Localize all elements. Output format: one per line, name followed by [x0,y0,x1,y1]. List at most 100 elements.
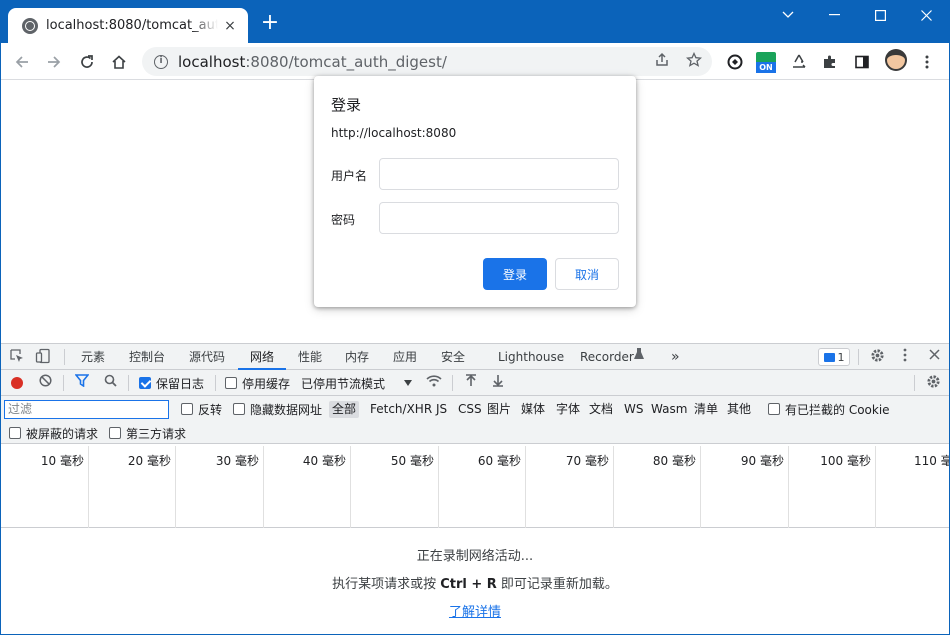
divider [452,375,453,391]
filter-type-js[interactable]: JS [433,401,450,418]
filter-funnel-icon[interactable] [73,374,91,392]
more-vert-icon [925,55,929,69]
home-button[interactable] [106,49,132,75]
record-button[interactable] [11,377,23,389]
search-icon[interactable] [101,374,119,392]
browser-tab[interactable]: localhost:8080/tomcat_auth_digest/ × [8,8,248,43]
preserve-log-checkbox[interactable] [139,377,151,389]
invert-checkbox[interactable] [181,403,193,415]
tab-memory[interactable]: 内存 [345,344,369,370]
tab-application[interactable]: 应用 [393,344,417,370]
cancel-button[interactable]: 取消 [555,258,619,290]
username-label: 用户名 [331,169,368,183]
close-icon [920,9,932,21]
inspect-element-icon[interactable] [8,348,26,366]
tab-lighthouse[interactable]: Lighthouse [498,344,564,370]
tab-search-button[interactable] [765,0,811,30]
flask-icon [630,348,648,366]
tab-network[interactable]: 网络 [238,344,287,370]
login-button[interactable]: 登录 [483,258,547,290]
recycle-icon[interactable] [786,49,812,75]
filter-type-all[interactable]: 全部 [329,401,360,418]
device-toolbar-icon[interactable] [34,348,52,366]
filter-type-css[interactable]: CSS [455,401,485,418]
tab-title: localhost:8080/tomcat_auth_digest/ [46,18,218,33]
throttling-select[interactable]: 已停用节流模式 [301,375,385,392]
reload-button[interactable] [74,49,100,75]
timeline-column: 110 毫秒 [876,446,950,528]
devtools-menu-icon[interactable] [896,348,914,366]
filter-type-ws[interactable]: WS [621,401,646,418]
arrow-left-icon [15,56,28,68]
settings-gear-icon[interactable] [868,348,886,366]
filter-type-img[interactable]: 图片 [484,401,514,418]
network-conditions-wifi-icon[interactable] [425,374,443,392]
filter-type-media[interactable]: 媒体 [518,401,548,418]
bookmark-star-icon[interactable] [684,51,704,72]
filter-type-fetch-xhr[interactable]: Fetch/XHR [367,401,435,418]
timeline-tick-label: 50 毫秒 [390,454,434,468]
tab-recorder[interactable]: Recorder [580,344,634,370]
new-tab-button[interactable]: + [258,12,282,36]
username-field[interactable] [379,158,619,190]
more-tabs-button[interactable]: » [671,344,680,370]
network-timeline-overview[interactable]: 10 毫秒 20 毫秒 30 毫秒 40 毫秒 50 毫秒 60 毫秒 70 毫… [0,446,950,528]
minimize-button[interactable] [811,0,857,30]
third-party-label: 第三方请求 [126,427,187,441]
filter-type-font[interactable]: 字体 [553,401,583,418]
issues-badge[interactable]: 1 [818,348,850,366]
browser-toolbar: i localhost:8080/tomcat_auth_digest/ [0,43,950,80]
blocked-cookies-label: 有已拦截的 Cookie [785,403,890,417]
hide-data-urls-checkbox[interactable] [233,403,245,415]
dialog-origin: http://localhost:8080 [331,126,457,140]
third-party-checkbox[interactable] [109,427,121,439]
close-devtools-icon[interactable] [925,348,943,366]
filter-type-manifest[interactable]: 清单 [691,401,721,418]
invert-label: 反转 [198,403,223,417]
browser-menu-button[interactable] [914,49,940,75]
tab-security[interactable]: 安全 [441,344,465,370]
blocked-cookies-checkbox[interactable] [768,403,780,415]
recording-message: 正在录制网络活动... [416,549,534,564]
clear-icon[interactable] [36,374,54,392]
timeline-tick-label: 100 毫秒 [820,454,871,468]
tab-elements[interactable]: 元素 [81,344,105,370]
blocked-requests-checkbox[interactable] [9,427,21,439]
timeline-column: 30 毫秒 [176,446,264,528]
timeline-tick-label: 110 毫秒 [914,454,950,468]
reload-hint: 执行某项请求或按 Ctrl + R 即可记录重新加载。 [332,577,618,592]
filter-input[interactable]: 过滤 [4,400,169,419]
disable-cache-checkbox[interactable] [225,377,237,389]
export-har-icon[interactable] [489,374,507,392]
extensions-puzzle-icon[interactable] [817,49,843,75]
url-text: localhost:8080/tomcat_auth_digest/ [178,52,447,71]
extension-on-icon[interactable]: ON [756,52,776,74]
site-info-icon[interactable]: i [154,54,168,69]
tab-console[interactable]: 控制台 [129,344,165,370]
back-button[interactable] [9,49,35,75]
password-field[interactable] [379,202,619,234]
profile-avatar[interactable] [885,49,907,71]
timeline-column: 80 毫秒 [614,446,701,528]
address-bar[interactable]: i localhost:8080/tomcat_auth_digest/ [142,47,712,76]
close-window-button[interactable] [903,0,949,30]
learn-more-link[interactable]: 了解详情 [0,601,950,620]
filter-type-doc[interactable]: 文档 [586,401,616,418]
tab-performance[interactable]: 性能 [298,344,322,370]
side-panel-icon[interactable] [849,49,875,75]
maximize-button[interactable] [857,0,903,30]
timeline-column: 20 毫秒 [89,446,176,528]
filter-type-other[interactable]: 其他 [724,401,754,418]
network-settings-gear-icon[interactable] [924,374,942,392]
close-tab-icon[interactable]: × [222,18,238,34]
arrow-right-icon [48,56,61,68]
share-icon[interactable] [652,52,672,72]
tab-sources[interactable]: 源代码 [189,344,225,370]
filter-type-wasm[interactable]: Wasm [648,401,690,418]
maximize-icon [874,9,886,21]
forward-button[interactable] [41,49,67,75]
import-har-icon[interactable] [462,374,480,392]
network-empty-state: 正在录制网络活动... 执行某项请求或按 Ctrl + R 即可记录重新加载。 … [0,528,950,635]
timeline-column: 40 毫秒 [264,446,351,528]
extension-sync-icon[interactable] [722,49,748,75]
